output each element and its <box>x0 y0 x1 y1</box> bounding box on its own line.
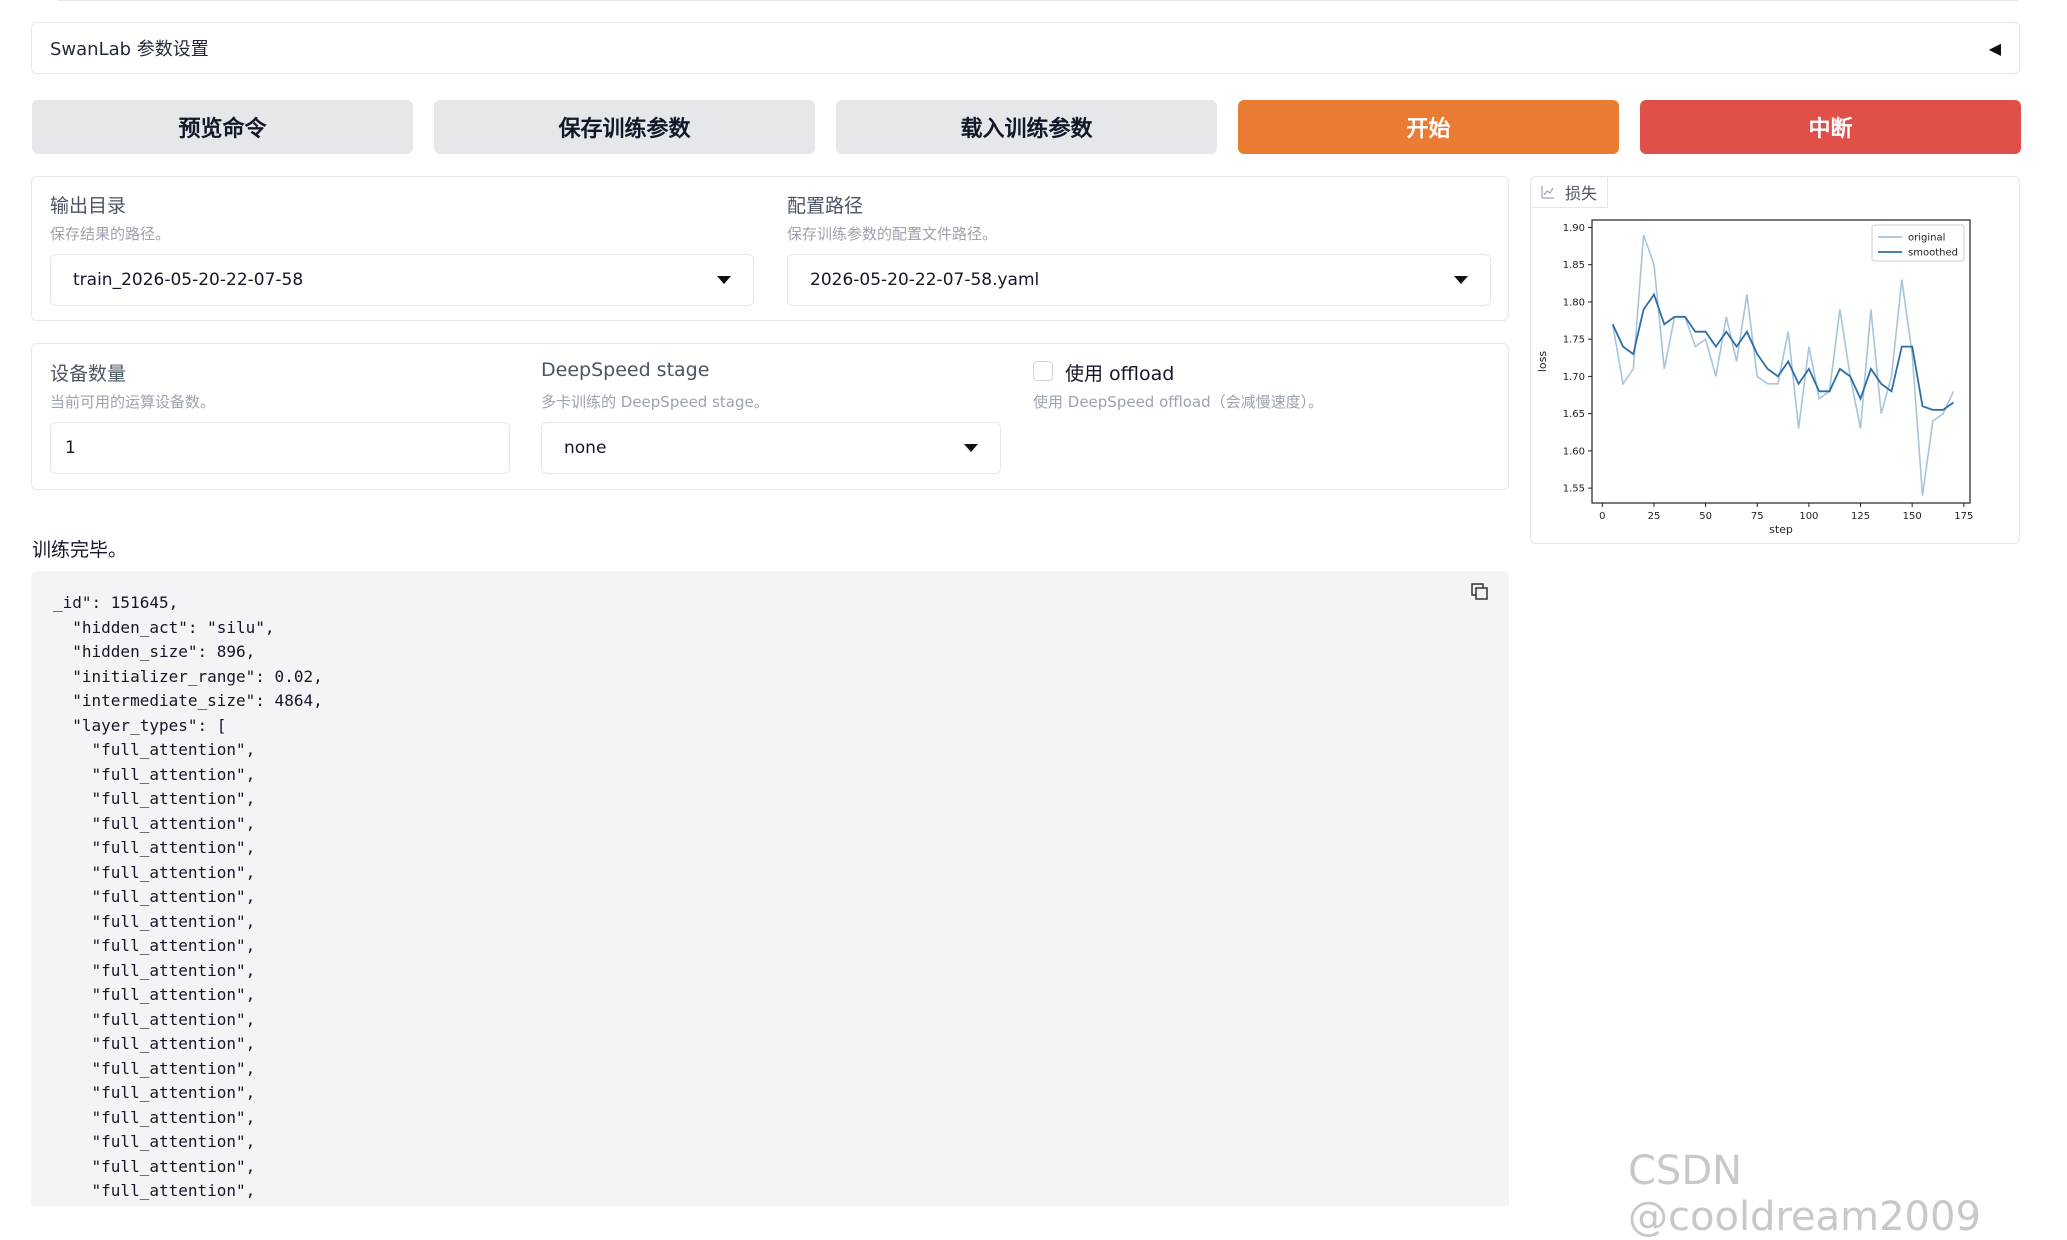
x-axis-label: step <box>1769 523 1793 536</box>
code-output: _id": 151645, "hidden_act": "silu", "hid… <box>53 593 323 1206</box>
top-divider <box>58 0 2018 1</box>
config-path-value: 2026-05-20-22-07-58.yaml <box>810 270 1040 290</box>
y-tick-label: 1.80 <box>1563 297 1585 308</box>
x-tick-label: 175 <box>1954 511 1973 522</box>
device-count-label: 设备数量 <box>50 363 127 385</box>
legend-label-smoothed: smoothed <box>1908 248 1958 259</box>
device-count-info: 当前可用的运算设备数。 <box>50 393 216 411</box>
output-dir-label: 输出目录 <box>50 195 127 217</box>
config-path-label: 配置路径 <box>787 195 864 217</box>
legend-label-original: original <box>1908 233 1945 244</box>
output-dir-value: train_2026-05-20-22-07-58 <box>73 270 304 290</box>
preview-command-button[interactable]: 预览命令 <box>32 100 413 154</box>
x-tick-label: 25 <box>1648 511 1661 522</box>
chevron-down-icon <box>1454 276 1468 284</box>
chevron-down-icon <box>964 444 978 452</box>
y-tick-label: 1.90 <box>1563 223 1585 234</box>
x-tick-label: 75 <box>1751 511 1764 522</box>
y-tick-label: 1.55 <box>1563 484 1585 495</box>
chevron-down-icon <box>717 276 731 284</box>
output-config-panel: 输出目录 保存结果的路径。 train_2026-05-20-22-07-58 … <box>31 176 1509 321</box>
collapse-arrow-icon[interactable]: ◀ <box>1989 39 2001 58</box>
save-args-button[interactable]: 保存训练参数 <box>434 100 815 154</box>
plot-tab-label: 损失 <box>1565 184 1598 203</box>
output-code-box[interactable]: _id": 151645, "hidden_act": "silu", "hid… <box>31 571 1509 1206</box>
loss-chart: 0 25 50 75 100 125 150 175 1.55 1.60 1.65 1.70 1.75 1… <box>1536 219 1973 536</box>
config-path-dropdown[interactable]: 2026-05-20-22-07-58.yaml <box>787 254 1491 306</box>
output-dir-info: 保存结果的路径。 <box>50 225 171 243</box>
watermark-text: CSDN @cooldream2009 <box>1628 1148 1981 1240</box>
y-tick-label: 1.85 <box>1563 260 1585 271</box>
status-text: 训练完毕。 <box>32 539 128 561</box>
device-count-input[interactable]: 1 <box>50 422 510 474</box>
ds-stage-value: none <box>564 438 607 458</box>
plot-tab[interactable]: 损失 <box>1531 177 1609 208</box>
copy-icon[interactable] <box>1469 581 1491 603</box>
ds-stage-label: DeepSpeed stage <box>541 359 710 381</box>
x-tick-label: 100 <box>1799 511 1818 522</box>
ds-stage-info: 多卡训练的 DeepSpeed stage。 <box>541 393 769 411</box>
start-button[interactable]: 开始 <box>1238 100 1619 154</box>
offload-info: 使用 DeepSpeed offload（会减慢速度）。 <box>1033 393 1324 411</box>
offload-label[interactable]: 使用 offload <box>1065 359 1174 386</box>
y-tick-label: 1.60 <box>1563 446 1585 457</box>
device-panel: 设备数量 当前可用的运算设备数。 1 DeepSpeed stage 多卡训练的… <box>31 343 1509 490</box>
offload-checkbox[interactable] <box>1033 361 1053 381</box>
y-tick-label: 1.70 <box>1563 372 1585 383</box>
output-dir-dropdown[interactable]: train_2026-05-20-22-07-58 <box>50 254 754 306</box>
x-tick-label: 125 <box>1851 511 1870 522</box>
chart-icon <box>1541 186 1554 199</box>
load-args-button[interactable]: 载入训练参数 <box>836 100 1217 154</box>
x-tick-label: 150 <box>1903 511 1922 522</box>
x-tick-label: 50 <box>1699 511 1712 522</box>
y-axis-label: loss <box>1536 351 1549 373</box>
config-path-info: 保存训练参数的配置文件路径。 <box>787 225 998 243</box>
x-tick-label: 0 <box>1599 511 1605 522</box>
swanlab-settings-accordion[interactable]: SwanLab 参数设置 ◀ <box>31 22 2020 74</box>
ds-stage-dropdown[interactable]: none <box>541 422 1001 474</box>
y-tick-label: 1.65 <box>1563 409 1585 420</box>
accordion-title: SwanLab 参数设置 <box>50 39 209 60</box>
y-tick-label: 1.75 <box>1563 335 1585 346</box>
abort-button[interactable]: 中断 <box>1640 100 2021 154</box>
